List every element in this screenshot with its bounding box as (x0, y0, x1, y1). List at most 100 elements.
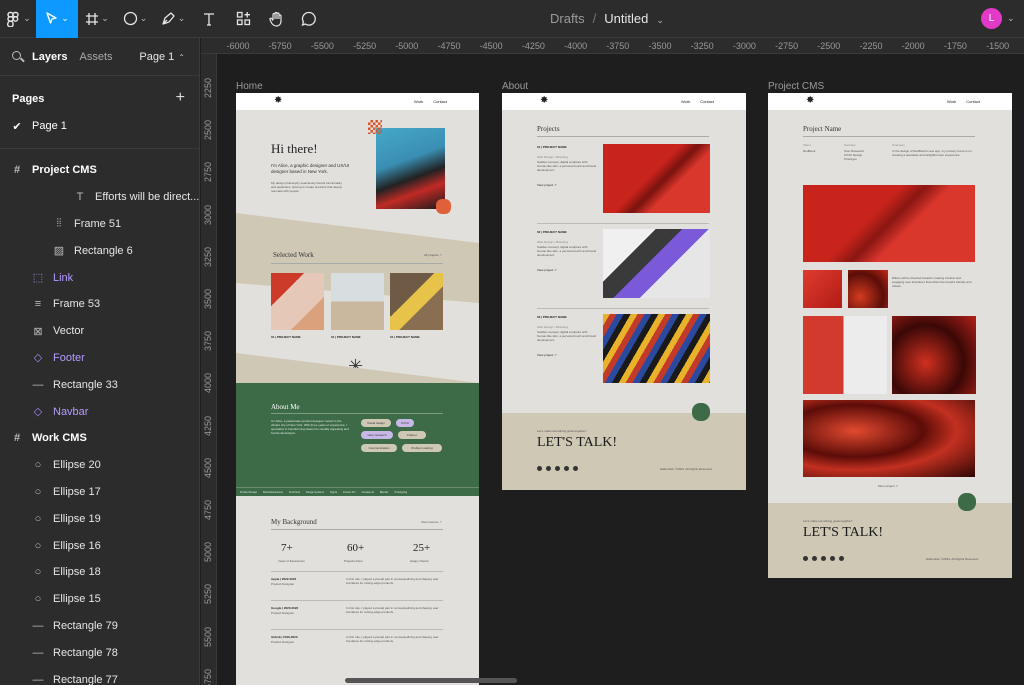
layer-item[interactable]: — Rectangle 77 (0, 666, 199, 685)
cta-section: Let's make something great together! LET… (502, 413, 746, 490)
ruler-tick-label: 3250 (203, 246, 213, 267)
hand-tool-icon (268, 11, 282, 27)
layer-item[interactable]: # Project CMS (0, 157, 199, 184)
ticker-item: Blender (379, 490, 389, 494)
social-icon[interactable] (839, 556, 844, 561)
work-thumbnail-2[interactable] (331, 273, 384, 330)
ticker-item: Design Systems (305, 490, 325, 494)
layer-item[interactable]: ◇ Navbar (0, 398, 199, 425)
layer-item[interactable]: ≡ Frame 53 (0, 291, 199, 318)
nav-contact[interactable]: Contact (700, 99, 714, 104)
ruler-tick-label: -4500 (479, 41, 503, 51)
social-icon[interactable] (830, 556, 835, 561)
comment-tool-button[interactable] (292, 0, 326, 38)
layer-item[interactable]: ○ Ellipse 15 (0, 586, 199, 613)
layer-label: Efforts will be direct... (95, 191, 199, 204)
diagonal-band-bottom (236, 353, 479, 383)
layer-item[interactable]: ○ Ellipse 20 (0, 452, 199, 479)
layer-item[interactable]: T Efforts will be direct... (0, 184, 199, 211)
shape-tool-button[interactable]: ⌄ (116, 0, 154, 38)
social-icon[interactable] (546, 466, 551, 471)
search-icon[interactable] (12, 50, 24, 63)
layer-item[interactable]: ○ Ellipse 18 (0, 559, 199, 586)
nav-work[interactable]: Work (681, 99, 690, 104)
layer-label: Navbar (53, 405, 89, 418)
nav-contact[interactable]: Contact (966, 99, 980, 104)
hand-tool-button[interactable] (260, 0, 292, 38)
tab-layers[interactable]: Layers (32, 51, 67, 63)
social-icon[interactable] (803, 556, 808, 561)
frame-layer-icon: ⦙⦙ (56, 217, 62, 230)
layer-item[interactable]: ○ Ellipse 19 (0, 505, 199, 532)
frame-label-project[interactable]: Project CMS (768, 81, 824, 92)
layer-item[interactable]: ○ Ellipse 16 (0, 532, 199, 559)
nav-work[interactable]: Work (414, 99, 423, 104)
comment-icon (301, 11, 316, 26)
resources-button[interactable] (226, 0, 260, 38)
page-item[interactable]: ✔ Page 1 (0, 114, 199, 138)
home-frame[interactable]: ✸ Work Contact Hi there! I'm Alice, a gra… (236, 93, 479, 685)
work-thumbnail-3[interactable] (390, 273, 443, 330)
layer-item[interactable]: ◇ Footer (0, 345, 199, 372)
project-cms-frame[interactable]: ✸ Work Contact Project Name Client Servic… (768, 93, 1012, 578)
layers-list: # Project CMS T Efforts will be direct... ⦙⦙… (0, 157, 199, 685)
project-image[interactable] (603, 314, 710, 383)
social-icon[interactable] (537, 466, 542, 471)
view-resume-link[interactable]: View resume ↗ (421, 520, 442, 524)
view-project-link[interactable]: View project ↗ (537, 268, 557, 272)
layer-item[interactable]: ⦙⦙ Frame 51 (0, 211, 199, 238)
social-icon[interactable] (564, 466, 569, 471)
layer-item[interactable]: — Rectangle 33 (0, 371, 199, 398)
divider (271, 263, 443, 264)
work-thumbnail-1[interactable] (271, 273, 324, 330)
chevron-down-icon[interactable]: ⌄ (1007, 13, 1015, 24)
layer-item[interactable]: ○ Ellipse 17 (0, 479, 199, 506)
design-canvas[interactable]: -6000 -5750 -5500 -5250 -5000 -4750 -4500 -4250… (201, 38, 1024, 685)
tab-assets[interactable]: Assets (79, 51, 112, 63)
user-avatar[interactable]: L (981, 8, 1002, 29)
text-tool-button[interactable] (192, 0, 226, 38)
checker-decoration-icon (368, 120, 382, 134)
resources-icon (236, 11, 250, 26)
move-tool-button[interactable]: ⌄ (36, 0, 78, 38)
layer-item[interactable]: — Rectangle 79 (0, 613, 199, 640)
horizontal-scrollbar[interactable] (345, 678, 517, 683)
nav-contact[interactable]: Contact (433, 99, 447, 104)
about-frame[interactable]: ✸ Work Contact Projects 01 | PROJECT NAME… (502, 93, 746, 490)
hero-portrait-image (376, 128, 445, 209)
frame-label-about[interactable]: About (502, 81, 528, 92)
project-description: Sudden concept, digital sculpture with h… (537, 160, 597, 172)
nav-work[interactable]: Work (947, 99, 956, 104)
layer-item[interactable]: ⬚ Link (0, 264, 199, 291)
page-selector[interactable]: Page 1 ⌃ (139, 51, 185, 63)
skill-tag: Problem solving (402, 444, 442, 452)
add-page-icon[interactable]: + (176, 89, 185, 107)
cta-title: LET'S TALK! (537, 435, 618, 450)
social-icon[interactable] (821, 556, 826, 561)
layer-item[interactable]: ▨ Rectangle 6 (0, 237, 199, 264)
view-project-link[interactable]: View project ↗ (537, 353, 557, 357)
layer-item[interactable]: — Rectangle 78 (0, 639, 199, 666)
layer-label: Ellipse 19 (53, 512, 101, 525)
social-icon[interactable] (555, 466, 560, 471)
main-menu-button[interactable]: ⌄ (0, 0, 36, 38)
layer-item[interactable]: ⊠ Vector (0, 318, 199, 345)
pen-tool-button[interactable]: ⌄ (154, 0, 192, 38)
all-projects-link[interactable]: All projects ↗ (424, 253, 442, 257)
file-name[interactable]: Untitled (604, 11, 648, 26)
social-icon[interactable] (812, 556, 817, 561)
social-icon[interactable] (573, 466, 578, 471)
view-project-link[interactable]: View project ↗ (537, 183, 557, 187)
project-wide-image (803, 400, 975, 477)
layer-item[interactable]: # Work CMS (0, 425, 199, 452)
chevron-down-icon: ⌄ (177, 13, 186, 23)
project-image[interactable] (603, 229, 710, 298)
frame-label-home[interactable]: Home (236, 81, 263, 92)
more-project-link[interactable]: More project ↗ (878, 484, 898, 488)
drafts-link[interactable]: Drafts (550, 11, 585, 26)
chevron-down-icon[interactable]: ⌄ (656, 15, 664, 25)
frame-tool-button[interactable]: ⌄ (78, 0, 116, 38)
project-image[interactable] (603, 144, 710, 213)
stat-value: 7+ (281, 542, 293, 554)
pen-tool-icon (162, 12, 175, 25)
